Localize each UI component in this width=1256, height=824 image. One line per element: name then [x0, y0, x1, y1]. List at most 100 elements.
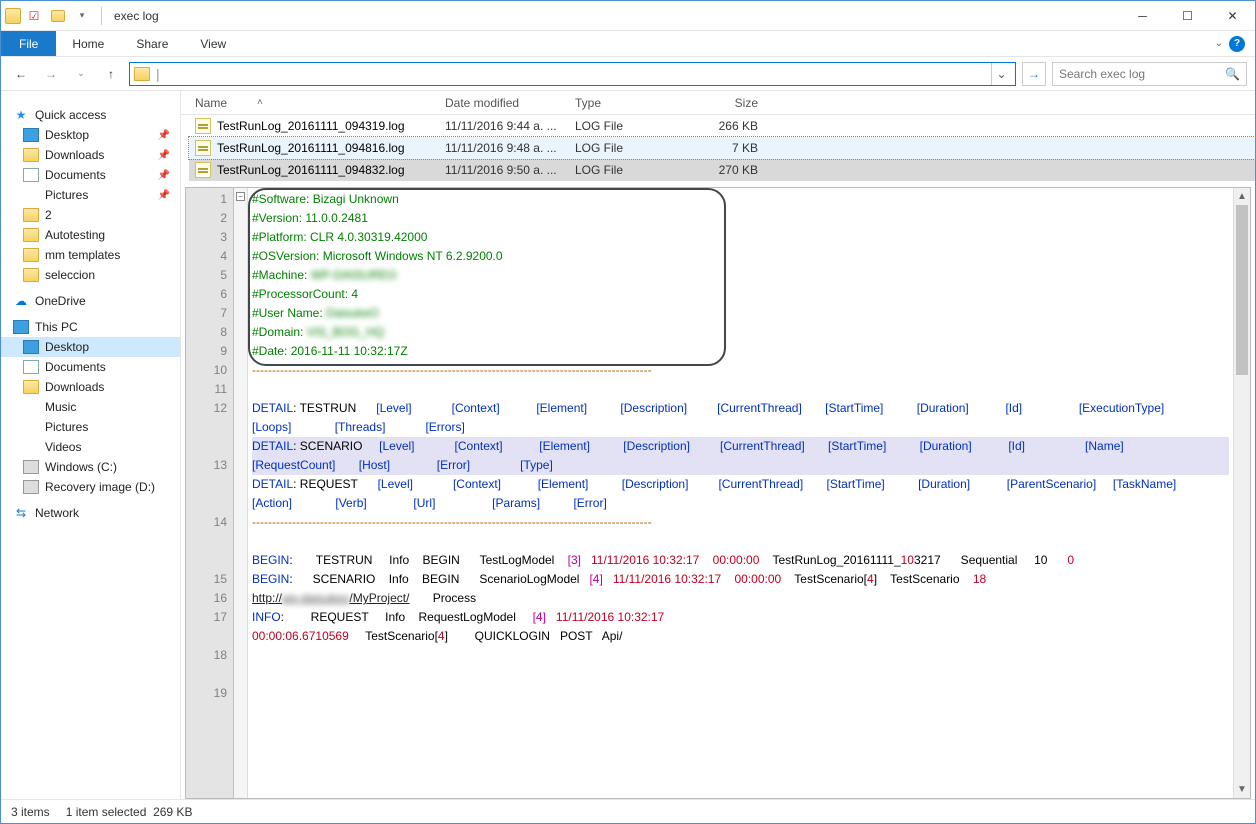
scroll-down[interactable]: ▼	[1234, 781, 1250, 798]
address-folder-icon	[134, 67, 150, 81]
nav-pane[interactable]: ★Quick access Desktop📌Downloads📌Document…	[1, 91, 181, 799]
pin-icon: 📌	[158, 190, 170, 201]
network-icon: ⇆	[13, 506, 29, 520]
close-button[interactable]: ✕	[1210, 1, 1255, 31]
qat-customize[interactable]: ▾	[71, 5, 93, 27]
desktop-icon	[23, 128, 39, 142]
log-viewer: 12345678910111213141516171819 − #Softwar…	[185, 187, 1251, 799]
sidebar-item[interactable]: Videos	[1, 437, 180, 457]
sidebar-item[interactable]: Autotesting	[1, 225, 180, 245]
sidebar-item[interactable]: mm templates	[1, 245, 180, 265]
pic-icon	[23, 188, 39, 202]
sidebar-item[interactable]: seleccion	[1, 265, 180, 285]
folder-icon	[23, 208, 39, 222]
doc-icon	[23, 360, 39, 374]
folder-icon	[23, 148, 39, 162]
forward-button[interactable]: →	[39, 62, 63, 86]
window-title: exec log	[114, 9, 159, 23]
sidebar-item[interactable]: 2	[1, 205, 180, 225]
col-name[interactable]: Name˄	[189, 96, 439, 110]
up-button[interactable]: ↑	[99, 62, 123, 86]
fold-toggle[interactable]: −	[236, 192, 245, 201]
sidebar-item[interactable]: Pictures	[1, 417, 180, 437]
sort-indicator: ˄	[257, 97, 263, 108]
content-pane: Name˄ Date modified Type Size TestRunLog…	[181, 91, 1255, 799]
sidebar-item[interactable]: Desktop	[1, 337, 180, 357]
desktop-icon	[23, 340, 39, 354]
file-row[interactable]: TestRunLog_20161111_094816.log11/11/2016…	[189, 137, 1255, 159]
go-button[interactable]: →	[1022, 62, 1046, 86]
doc-icon	[23, 168, 39, 182]
star-icon: ★	[13, 108, 29, 122]
qat-properties[interactable]: ☑	[23, 5, 45, 27]
sidebar-item[interactable]: Windows (C:)	[1, 457, 180, 477]
line-gutter: 12345678910111213141516171819	[186, 188, 234, 798]
folder-icon	[23, 380, 39, 394]
thispc-group[interactable]: This PC	[1, 317, 180, 337]
quick-access-group[interactable]: ★Quick access	[1, 105, 180, 125]
minimize-button[interactable]: ─	[1120, 1, 1165, 31]
search-placeholder: Search exec log	[1059, 67, 1145, 81]
address-bar[interactable]: | ⌄	[129, 62, 1016, 86]
navbar: ← → ⌄ ↑ | ⌄ → Search exec log 🔍	[1, 57, 1255, 91]
folder-icon	[23, 228, 39, 242]
ribbon-file[interactable]: File	[1, 31, 56, 56]
folder-icon	[23, 248, 39, 262]
file-row[interactable]: TestRunLog_20161111_094319.log11/11/2016…	[189, 115, 1255, 137]
drive-icon	[23, 460, 39, 474]
sidebar-item[interactable]: Downloads📌	[1, 145, 180, 165]
log-file-icon	[195, 140, 211, 156]
sidebar-item[interactable]: Documents	[1, 357, 180, 377]
folder-icon	[23, 268, 39, 282]
scroll-up[interactable]: ▲	[1234, 188, 1250, 205]
thispc-icon	[13, 320, 29, 334]
search-icon: 🔍	[1225, 67, 1240, 81]
drive-icon	[23, 480, 39, 494]
code-area[interactable]: #Software: Bizagi Unknown#Version: 11.0.…	[248, 188, 1233, 798]
address-caret: |	[156, 66, 160, 82]
col-size[interactable]: Size	[684, 96, 764, 110]
pic-icon	[23, 420, 39, 434]
ribbon-tab-share[interactable]: Share	[120, 31, 184, 56]
ribbon-expand[interactable]: ⌄	[1215, 38, 1223, 49]
pin-icon: 📌	[158, 150, 170, 161]
status-bar: 3 items 1 item selected 269 KB	[1, 799, 1255, 823]
scroll-thumb[interactable]	[1236, 205, 1248, 375]
ribbon-tab-home[interactable]: Home	[56, 31, 120, 56]
sidebar-item[interactable]: Desktop📌	[1, 125, 180, 145]
app-icon	[5, 8, 21, 24]
search-box[interactable]: Search exec log 🔍	[1052, 62, 1247, 86]
sidebar-item[interactable]: Pictures📌	[1, 185, 180, 205]
sidebar-item[interactable]: Music	[1, 397, 180, 417]
music-icon	[23, 400, 39, 414]
status-selected: 1 item selected 269 KB	[66, 805, 193, 819]
recent-locations[interactable]: ⌄	[69, 62, 93, 86]
col-type[interactable]: Type	[569, 96, 684, 110]
back-button[interactable]: ←	[9, 62, 33, 86]
pin-icon: 📌	[158, 170, 170, 181]
sidebar-item[interactable]: Downloads	[1, 377, 180, 397]
video-icon	[23, 440, 39, 454]
sidebar-item[interactable]: Documents📌	[1, 165, 180, 185]
pin-icon: 📌	[158, 130, 170, 141]
file-list[interactable]: TestRunLog_20161111_094319.log11/11/2016…	[181, 115, 1255, 181]
onedrive-group[interactable]: ☁OneDrive	[1, 291, 180, 311]
file-row[interactable]: TestRunLog_20161111_094832.log11/11/2016…	[189, 159, 1255, 181]
log-file-icon	[195, 162, 211, 178]
vertical-scrollbar[interactable]: ▲ ▼	[1233, 188, 1250, 798]
help-button[interactable]: ?	[1229, 36, 1245, 52]
column-headers[interactable]: Name˄ Date modified Type Size	[181, 91, 1255, 115]
sidebar-item[interactable]: Recovery image (D:)	[1, 477, 180, 497]
maximize-button[interactable]: ☐	[1165, 1, 1210, 31]
ribbon-tab-view[interactable]: View	[184, 31, 242, 56]
status-item-count: 3 items	[11, 805, 50, 819]
address-dropdown[interactable]: ⌄	[991, 63, 1011, 85]
ribbon: File Home Share View ⌄ ?	[1, 31, 1255, 57]
network-group[interactable]: ⇆Network	[1, 503, 180, 523]
titlebar: ☑ ▾ exec log ─ ☐ ✕	[1, 1, 1255, 31]
col-date[interactable]: Date modified	[439, 96, 569, 110]
onedrive-icon: ☁	[13, 294, 29, 308]
qat-new-folder[interactable]	[47, 5, 69, 27]
fold-column: −	[234, 188, 248, 798]
log-file-icon	[195, 118, 211, 134]
